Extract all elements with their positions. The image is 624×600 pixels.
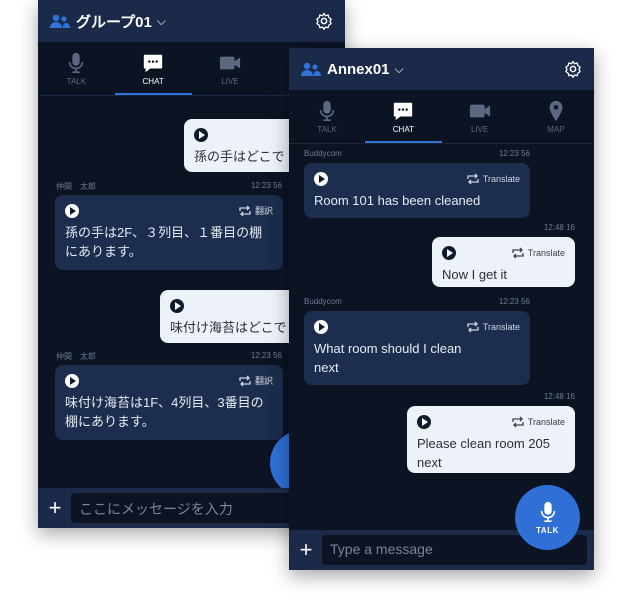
message-text: What room should I clean next bbox=[314, 341, 462, 375]
translate-icon bbox=[238, 205, 252, 217]
group-title[interactable]: Annex01 bbox=[327, 61, 390, 78]
translate-icon bbox=[511, 416, 525, 428]
play-icon[interactable] bbox=[194, 128, 208, 142]
play-icon[interactable] bbox=[417, 415, 431, 429]
tab-live[interactable]: LIVE bbox=[192, 42, 269, 95]
play-icon[interactable] bbox=[65, 374, 79, 388]
tab-label: LIVE bbox=[470, 124, 489, 134]
tab-bar: TALK CHAT LIVE MAP bbox=[289, 90, 594, 144]
header: グループ01 ⌵ bbox=[38, 0, 345, 42]
message-bubble: Translate Please clean room 205 next bbox=[407, 406, 575, 473]
message-text: Now I get it bbox=[442, 267, 508, 282]
talk-label: TALK bbox=[536, 526, 559, 535]
tab-map[interactable]: MAP bbox=[518, 90, 594, 143]
play-icon[interactable] bbox=[314, 172, 328, 186]
translate-button[interactable]: 翻訳 bbox=[238, 372, 273, 391]
message-bubble: 翻訳 味付け海苔は1F、4列目、3番目の棚にあります。 bbox=[55, 365, 283, 440]
translate-button[interactable]: 翻訳 bbox=[238, 202, 273, 221]
timestamp: 12:23 56 bbox=[250, 181, 282, 190]
sender-name: 仲間 太郎 bbox=[56, 352, 96, 361]
message-bubble: Translate Now I get it bbox=[432, 237, 575, 287]
tab-label: LIVE bbox=[221, 76, 239, 86]
chevron-down-icon[interactable]: ⌵ bbox=[395, 62, 404, 77]
talk-button[interactable]: TALK bbox=[515, 485, 580, 550]
message-bubble: Translate What room should I clean next bbox=[304, 311, 530, 385]
tab-chat[interactable]: CHAT bbox=[114, 42, 192, 95]
microphone-icon bbox=[537, 500, 559, 524]
tab-live[interactable]: LIVE bbox=[442, 90, 518, 143]
microphone-icon bbox=[316, 100, 338, 122]
video-camera-icon bbox=[219, 52, 241, 74]
tab-talk[interactable]: TALK bbox=[38, 42, 115, 95]
chevron-down-icon[interactable]: ⌵ bbox=[157, 14, 166, 29]
play-icon[interactable] bbox=[442, 246, 456, 260]
video-camera-icon bbox=[469, 100, 491, 122]
translate-button[interactable]: Translate bbox=[466, 170, 520, 189]
message-text: 味付け海苔は1F、4列目、3番目の棚にあります。 bbox=[65, 395, 264, 429]
timestamp: 12:23 56 bbox=[498, 149, 530, 158]
timestamp: 12:23 56 bbox=[498, 297, 530, 306]
timestamp: 12:48 16 bbox=[543, 392, 575, 401]
group-title[interactable]: グループ01 bbox=[76, 11, 152, 32]
sender-name: 仲間 太郎 bbox=[56, 182, 96, 191]
plus-icon[interactable]: + bbox=[296, 537, 316, 563]
group-icon bbox=[301, 62, 321, 76]
header: Annex01 ⌵ bbox=[289, 48, 594, 90]
plus-icon[interactable]: + bbox=[45, 495, 65, 521]
sender-name: Buddycom bbox=[304, 297, 342, 306]
tab-label: CHAT bbox=[392, 124, 414, 134]
group-chat-window-front: Annex01 ⌵ TALK CHAT LIVE MAP Buddycom 12:… bbox=[289, 48, 594, 570]
translate-button[interactable]: Translate bbox=[511, 244, 565, 263]
play-icon[interactable] bbox=[314, 320, 328, 334]
translate-icon bbox=[511, 247, 525, 259]
translate-button[interactable]: Translate bbox=[511, 413, 565, 432]
group-icon bbox=[50, 14, 70, 28]
message-text: 孫の手は2F、３列目、１番目の棚にあります。 bbox=[65, 225, 263, 259]
chat-icon bbox=[392, 100, 414, 122]
tab-label: TALK bbox=[66, 76, 87, 86]
translate-button[interactable]: Translate bbox=[466, 318, 520, 337]
translate-icon bbox=[238, 375, 252, 387]
tab-talk[interactable]: TALK bbox=[289, 90, 365, 143]
message-text: Room 101 has been cleaned bbox=[314, 193, 481, 208]
map-pin-icon bbox=[545, 100, 567, 122]
tab-label: CHAT bbox=[142, 76, 164, 86]
gear-icon[interactable] bbox=[315, 12, 333, 30]
timestamp: 12:48 16 bbox=[543, 223, 575, 232]
tab-chat[interactable]: CHAT bbox=[365, 90, 442, 143]
timestamp: 12:23 56 bbox=[250, 351, 282, 360]
gear-icon[interactable] bbox=[564, 60, 582, 78]
message-text: Please clean room 205 next bbox=[417, 436, 550, 470]
translate-icon bbox=[466, 321, 480, 333]
tab-label: MAP bbox=[547, 124, 565, 134]
play-icon[interactable] bbox=[65, 204, 79, 218]
chat-icon bbox=[142, 52, 164, 74]
sender-name: Buddycom bbox=[304, 149, 342, 158]
play-icon[interactable] bbox=[170, 299, 184, 313]
message-bubble: 翻訳 孫の手は2F、３列目、１番目の棚にあります。 bbox=[55, 195, 283, 270]
tab-label: TALK bbox=[317, 124, 337, 134]
message-bubble: Translate Room 101 has been cleaned bbox=[304, 163, 530, 218]
translate-icon bbox=[466, 173, 480, 185]
microphone-icon bbox=[65, 52, 87, 74]
